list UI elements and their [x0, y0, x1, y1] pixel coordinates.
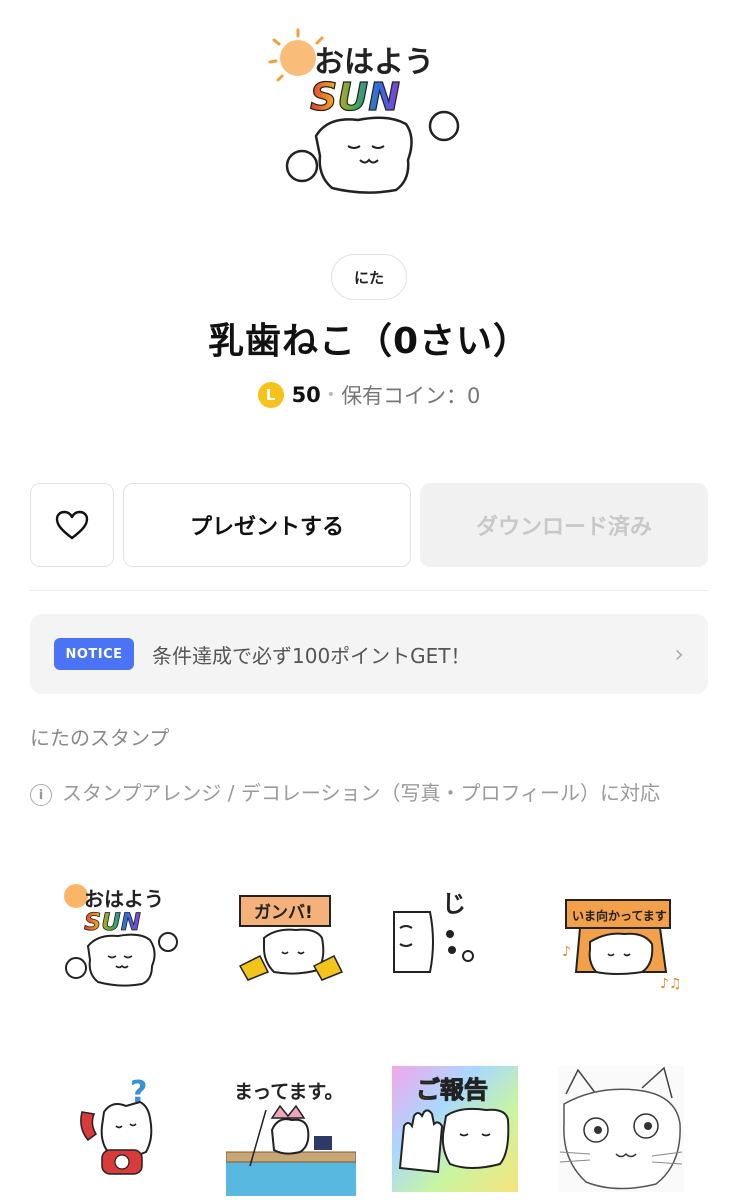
sticker-item[interactable]: おはよう SUN — [54, 872, 184, 1002]
line-coin-icon: L — [257, 382, 284, 408]
sticker-item[interactable]: いま向かってます ♪ ♪♫ — [556, 872, 686, 1002]
arrange-support-note: i スタンプアレンジ / デコレーション（写真・プロフィール）に対応 — [30, 780, 720, 807]
notice-badge: NOTICE — [54, 638, 134, 670]
download-button[interactable]: ダウンロード済み — [420, 483, 708, 567]
sticker-item[interactable] — [556, 1064, 686, 1194]
owned-coins: 保有コイン：0 — [341, 384, 481, 408]
sticker-item[interactable]: じ — [390, 872, 520, 1002]
gift-button[interactable]: プレゼントする — [123, 483, 411, 567]
svg-text:まってます。: まってます。 — [234, 1081, 343, 1103]
sticker-item[interactable]: ご報告 — [390, 1064, 520, 1194]
sticker-title: 乳歯ねこ（0さい） — [207, 321, 531, 362]
svg-text:♪: ♪ — [562, 944, 571, 960]
svg-text:ご報告: ご報告 — [416, 1076, 488, 1104]
notice-banner[interactable]: NOTICE 条件達成で必ず100ポイントGET！ › — [30, 614, 708, 694]
arrange-text: スタンプアレンジ / デコレーション（写真・プロフィール）に対応 — [62, 781, 661, 805]
sun-shape — [280, 40, 316, 76]
author-stickers-label: にたのスタンプ — [30, 726, 170, 750]
notice-text: 条件達成で必ず100ポイントGET！ — [152, 643, 471, 668]
author-chip[interactable]: にた — [331, 254, 407, 300]
svg-text:SUN: SUN — [310, 75, 400, 119]
like-button[interactable] — [30, 483, 114, 567]
price-row: L 50 • 保有コイン：0 — [0, 380, 738, 410]
chevron-right-icon: › — [674, 640, 684, 668]
sticker-item[interactable]: まってます。 — [226, 1066, 356, 1196]
divider — [30, 590, 708, 591]
svg-text:じ: じ — [442, 890, 466, 918]
main-sticker-image: おはよう SUN — [268, 28, 460, 194]
sticker-item[interactable]: ガンバ! — [226, 872, 356, 1002]
sticker-item[interactable]: ? — [68, 1066, 198, 1196]
price-separator: • — [326, 387, 336, 403]
price-value: 50 — [291, 383, 321, 407]
heart-icon — [55, 510, 89, 540]
svg-text:いま向かってます: いま向かってます — [572, 908, 667, 923]
svg-text:♪♫: ♪♫ — [660, 976, 682, 992]
info-icon: i — [30, 784, 52, 806]
svg-text:SUN: SUN — [84, 908, 141, 936]
svg-text:ガンバ!: ガンバ! — [254, 903, 313, 923]
